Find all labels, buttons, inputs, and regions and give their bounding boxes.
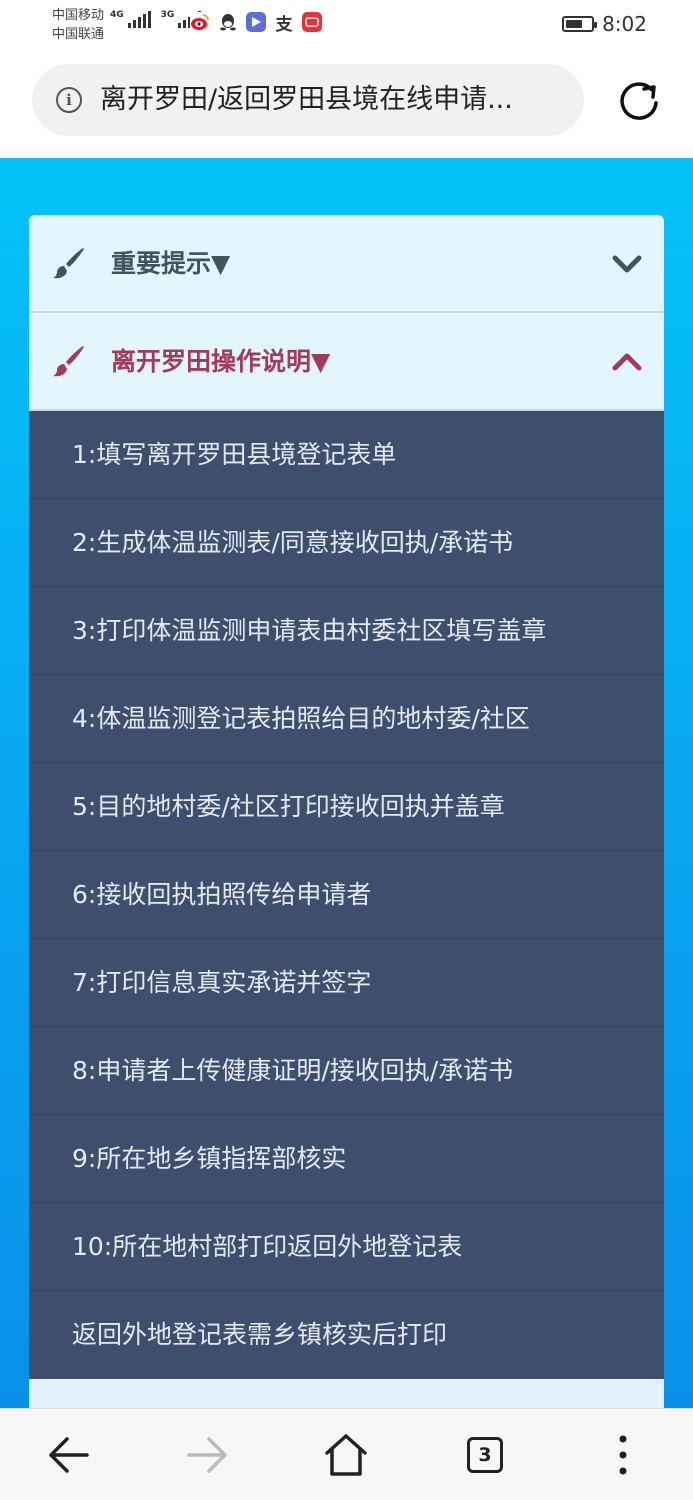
accordion-header-next[interactable]	[29, 1379, 664, 1408]
list-item[interactable]: 返回外地登记表需乡镇核实后打印	[29, 1291, 664, 1379]
accordion-header-important-notice[interactable]: 重要提示▼	[29, 215, 664, 313]
info-icon[interactable]: i	[56, 87, 82, 113]
web-page: 重要提示▼ 离开罗田操作说明▼ 1:填写离开罗田县境登记表单 2:生成体温监测表…	[0, 158, 693, 1408]
signal-strength-icon	[127, 10, 151, 28]
back-arrow-icon	[49, 1437, 89, 1473]
more-menu-button[interactable]	[573, 1409, 673, 1500]
list-item[interactable]: 9:所在地乡镇指挥部核实	[29, 1115, 664, 1203]
clock: 8:02	[602, 12, 647, 36]
carrier-2: 中国联通	[52, 27, 105, 42]
huawei-app-icon	[302, 12, 322, 32]
list-item[interactable]: 8:申请者上传健康证明/接收回执/承诺书	[29, 1027, 664, 1115]
address-bar[interactable]: i 离开罗田/返回罗田县境在线申请...	[32, 64, 584, 136]
list-item[interactable]: 2:生成体温监测表/同意接收回执/承诺书	[29, 499, 664, 587]
network-type-2: 3G	[160, 10, 175, 20]
list-item[interactable]: 3:打印体温监测申请表由村委社区填写盖章	[29, 587, 664, 675]
home-icon	[325, 1434, 367, 1476]
status-right: 8:02	[562, 12, 647, 36]
list-item[interactable]: 6:接收回执拍照传给申请者	[29, 851, 664, 939]
chevron-down-icon	[612, 255, 642, 273]
battery-icon	[562, 16, 598, 32]
forward-arrow-icon	[187, 1437, 227, 1473]
home-button[interactable]	[296, 1409, 396, 1500]
video-app-icon	[246, 12, 266, 32]
browser-toolbar: i 离开罗田/返回罗田县境在线申请...	[0, 48, 693, 158]
reload-icon[interactable]	[616, 78, 662, 124]
battery-level	[566, 20, 582, 28]
accordion-header-leave-instructions[interactable]: 离开罗田操作说明▼	[29, 313, 664, 411]
forward-button[interactable]	[157, 1409, 257, 1500]
accordion-title: 离开罗田操作说明▼	[111, 347, 331, 376]
more-menu-icon	[619, 1435, 627, 1475]
browser-bottom-nav: 3	[0, 1408, 693, 1500]
alipay-icon: 支	[274, 12, 294, 35]
carrier-1: 中国移动	[52, 8, 105, 23]
weibo-icon	[190, 12, 210, 32]
list-item[interactable]: 5:目的地村委/社区打印接收回执并盖章	[29, 763, 664, 851]
accordion-body: 1:填写离开罗田县境登记表单 2:生成体温监测表/同意接收回执/承诺书 3:打印…	[29, 411, 664, 1379]
tabs-icon: 3	[467, 1437, 503, 1473]
qq-icon	[218, 12, 238, 32]
accordion-title: 重要提示▼	[111, 249, 231, 278]
chevron-up-icon	[612, 353, 642, 371]
list-item[interactable]: 4:体温监测登记表拍照给目的地村委/社区	[29, 675, 664, 763]
back-button[interactable]	[19, 1409, 119, 1500]
notification-icons: 支	[190, 12, 322, 35]
status-bar: 中国移动 中国联通 4G 3G 支 8:02	[0, 0, 693, 48]
brush-icon	[53, 346, 84, 377]
list-item[interactable]: 10:所在地村部打印返回外地登记表	[29, 1203, 664, 1291]
page-title-url[interactable]: 离开罗田/返回罗田县境在线申请...	[100, 64, 570, 136]
carrier-info: 中国移动 中国联通	[52, 6, 104, 44]
accordion: 重要提示▼ 离开罗田操作说明▼ 1:填写离开罗田县境登记表单 2:生成体温监测表…	[29, 215, 664, 1408]
tabs-button[interactable]: 3	[435, 1409, 535, 1500]
network-type-1: 4G	[110, 10, 124, 20]
list-item[interactable]: 7:打印信息真实承诺并签字	[29, 939, 664, 1027]
list-item[interactable]: 1:填写离开罗田县境登记表单	[29, 411, 664, 499]
brush-icon	[53, 248, 84, 279]
